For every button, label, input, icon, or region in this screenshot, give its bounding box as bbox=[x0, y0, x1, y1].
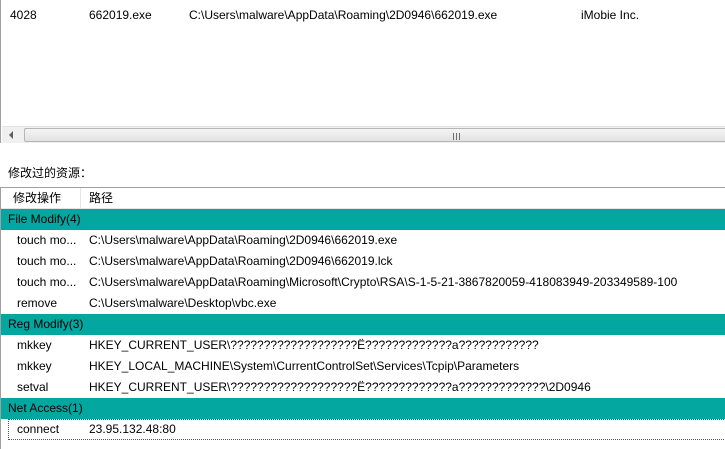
scroll-left-arrow-icon[interactable] bbox=[2, 127, 19, 143]
item-path: C:\Users\malware\AppData\Roaming\2D0946\… bbox=[89, 233, 398, 247]
item-path: HKEY_LOCAL_MACHINE\System\CurrentControl… bbox=[89, 359, 520, 373]
item-operation: touch mo... bbox=[17, 254, 77, 268]
item-operation: setval bbox=[17, 380, 49, 394]
list-item[interactable]: remove C:\Users\malware\Desktop\vbc.exe bbox=[1, 293, 725, 314]
item-path: HKEY_CURRENT_USER\???????????????????Ё??… bbox=[89, 338, 539, 352]
process-company: iMobie Inc. bbox=[581, 8, 640, 22]
item-operation: mkkey bbox=[17, 359, 52, 373]
item-operation: touch mo... bbox=[17, 233, 77, 247]
group-header-net-access[interactable]: Net Access(1) bbox=[1, 398, 725, 419]
list-item[interactable]: touch mo... C:\Users\malware\AppData\Roa… bbox=[1, 230, 725, 251]
list-header: 修改操作 路径 bbox=[1, 188, 725, 209]
list-item[interactable]: setval HKEY_CURRENT_USER\???????????????… bbox=[1, 377, 725, 398]
process-pid: 4028 bbox=[10, 8, 37, 22]
scrollbar-grip-icon bbox=[453, 133, 461, 140]
list-item[interactable]: mkkey HKEY_CURRENT_USER\????????????????… bbox=[1, 335, 725, 356]
modified-resources-label: 修改过的资源： bbox=[8, 166, 93, 180]
item-path: HKEY_CURRENT_USER\???????????????????Ё??… bbox=[89, 380, 591, 394]
process-name: 662019.exe bbox=[89, 8, 152, 22]
item-path: C:\Users\malware\AppData\Roaming\2D0946\… bbox=[89, 254, 393, 268]
item-operation: mkkey bbox=[17, 338, 52, 352]
item-operation: connect bbox=[17, 422, 60, 436]
horizontal-scrollbar[interactable] bbox=[2, 126, 725, 143]
process-list: 4028 662019.exe C:\Users\malware\AppData… bbox=[0, 0, 725, 143]
column-header-operation[interactable]: 修改操作 bbox=[1, 188, 81, 208]
process-path: C:\Users\malware\AppData\Roaming\2D0946\… bbox=[189, 8, 498, 22]
group-header-file-modify[interactable]: File Modify(4) bbox=[1, 209, 725, 230]
group-header-reg-modify[interactable]: Reg Modify(3) bbox=[1, 314, 725, 335]
item-path: C:\Users\malware\Desktop\vbc.exe bbox=[89, 296, 277, 310]
scrollbar-thumb[interactable] bbox=[24, 128, 725, 142]
modified-resources-list: 修改操作 路径 File Modify(4) touch mo... C:\Us… bbox=[0, 187, 725, 449]
item-operation: touch mo... bbox=[17, 275, 77, 289]
list-item[interactable]: touch mo... C:\Users\malware\AppData\Roa… bbox=[1, 251, 725, 272]
list-item[interactable]: touch mo... C:\Users\malware\AppData\Roa… bbox=[1, 272, 725, 293]
list-item[interactable]: connect 23.95.132.48:80 bbox=[8, 419, 725, 440]
process-row[interactable]: 4028 662019.exe C:\Users\malware\AppData… bbox=[1, 7, 725, 23]
item-path: 23.95.132.48:80 bbox=[89, 422, 176, 436]
item-path: C:\Users\malware\AppData\Roaming\Microso… bbox=[89, 275, 678, 289]
column-header-path[interactable]: 路径 bbox=[89, 188, 113, 208]
item-operation: remove bbox=[17, 296, 58, 310]
list-item[interactable]: mkkey HKEY_LOCAL_MACHINE\System\CurrentC… bbox=[1, 356, 725, 377]
